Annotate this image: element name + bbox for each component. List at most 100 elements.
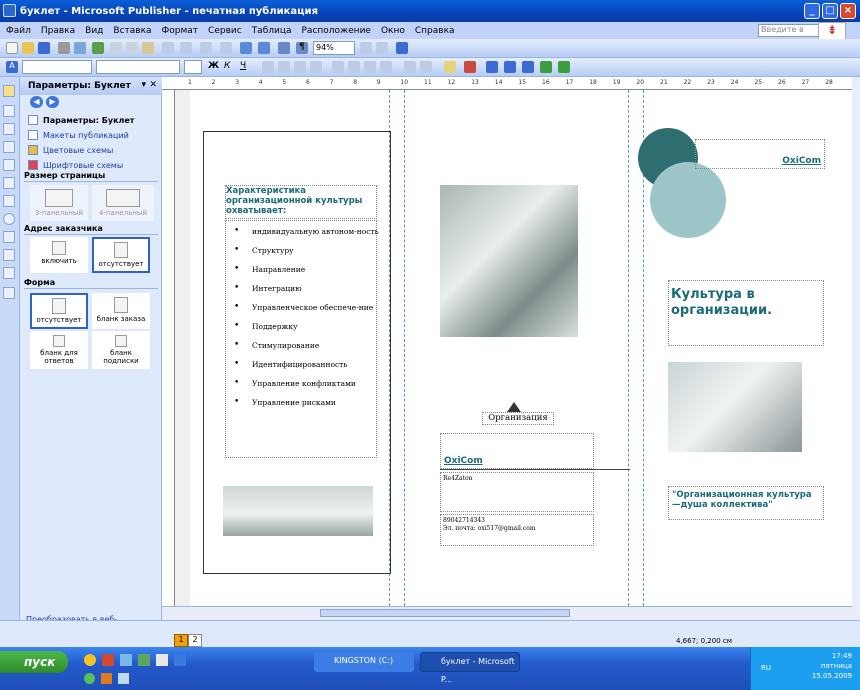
quick-launch-icon[interactable]	[156, 654, 168, 666]
form-subscription-option[interactable]: бланк подписки	[92, 331, 150, 369]
numbering-icon[interactable]	[332, 61, 344, 73]
spelling-icon[interactable]	[92, 42, 104, 54]
bullets-icon[interactable]	[348, 61, 360, 73]
form-order-option[interactable]: бланк заказа	[92, 293, 150, 329]
menu-file[interactable]: Файл	[6, 26, 31, 36]
justify-icon[interactable]	[310, 61, 322, 73]
menu-view[interactable]: Вид	[85, 26, 103, 36]
menu-tools[interactable]: Сервис	[208, 26, 242, 36]
pane-forward-button[interactable]: ▶	[46, 96, 59, 108]
style-select[interactable]	[22, 60, 92, 74]
wordart-tool-icon[interactable]	[3, 141, 15, 153]
pane-link-layouts[interactable]: Макеты публикаций	[28, 130, 129, 140]
cut-icon[interactable]	[110, 42, 122, 54]
form-response-option[interactable]: бланк для ответов	[30, 331, 88, 369]
top-company-box[interactable]: OxiCom	[695, 139, 825, 169]
meadow-photo[interactable]	[223, 486, 373, 536]
publisher-app-icon[interactable]	[3, 4, 16, 17]
picture-tool-icon[interactable]	[3, 159, 15, 171]
task-kingston[interactable]: KINGSTON (C:)	[314, 652, 414, 672]
underline-icon[interactable]: Ч	[240, 61, 252, 73]
pane-link-color-schemes[interactable]: Цветовые схемы	[28, 145, 113, 155]
font-select[interactable]	[96, 60, 180, 74]
pilcrow-icon[interactable]: ¶	[296, 42, 308, 54]
new-icon[interactable]	[6, 42, 18, 54]
menu-insert[interactable]: Вставка	[113, 26, 151, 36]
page-size-3-panel[interactable]: 3-панельный	[30, 185, 88, 221]
align-left-icon[interactable]	[262, 61, 274, 73]
design-gallery-icon[interactable]	[3, 287, 15, 299]
quick-launch-icon[interactable]	[84, 673, 95, 684]
rotate-handle-icon[interactable]	[507, 402, 521, 412]
italic-icon[interactable]: К	[224, 61, 236, 73]
quick-launch-icon[interactable]	[120, 654, 132, 666]
pane-link-options[interactable]: Параметры: Буклет	[28, 115, 134, 125]
businessman-photo[interactable]	[668, 362, 802, 452]
quick-launch-icon[interactable]	[118, 673, 129, 684]
publication-page[interactable]: Характеристика организационной культуры …	[190, 90, 852, 606]
quick-launch-icon[interactable]	[138, 654, 150, 666]
menu-table[interactable]: Таблица	[252, 26, 292, 36]
select-tool-icon[interactable]	[3, 85, 15, 97]
close-button[interactable]: ×	[840, 3, 856, 19]
document-workspace[interactable]: Характеристика организационной культуры …	[175, 90, 852, 606]
align-center-icon[interactable]	[278, 61, 290, 73]
line-style-icon[interactable]	[486, 61, 498, 73]
open-icon[interactable]	[22, 42, 34, 54]
shadow-icon[interactable]	[540, 61, 552, 73]
font-size-select[interactable]	[184, 60, 202, 74]
horizontal-ruler[interactable]: 1 2 3 4 5 6 7 8 9 10 11 12 13 14 15 16 17 18 19 20 21 22 23 24 2…	[162, 77, 852, 90]
autoshapes-tool-icon[interactable]	[3, 249, 15, 261]
language-indicator[interactable]: RU	[761, 663, 771, 673]
quick-launch-icon[interactable]	[174, 654, 186, 666]
font-color-icon[interactable]	[464, 61, 476, 73]
menu-format[interactable]: Формат	[162, 26, 199, 36]
arrow-tool-icon[interactable]	[3, 195, 15, 207]
hotspot-tool-icon[interactable]	[3, 267, 15, 279]
quick-launch-icon[interactable]	[101, 673, 112, 684]
menu-edit[interactable]: Правка	[41, 26, 75, 36]
quick-launch-icon[interactable]	[84, 654, 96, 666]
slogan-box[interactable]: "Организационная культура—душа коллектив…	[668, 486, 824, 520]
undo-icon[interactable]	[162, 42, 174, 54]
redo-icon[interactable]	[180, 42, 192, 54]
zoom-select[interactable]: 94%	[313, 41, 355, 55]
maximize-button[interactable]: □	[822, 3, 838, 19]
paste-icon[interactable]	[142, 42, 154, 54]
address-none-option[interactable]: отсутствует	[92, 237, 150, 273]
zoom-out-icon[interactable]	[360, 42, 372, 54]
bring-forward-icon[interactable]	[200, 42, 212, 54]
pane-dropdown-icon[interactable]: ▾	[141, 80, 146, 90]
menu-arrange[interactable]: Расположение	[302, 26, 371, 36]
fill-color-icon[interactable]	[444, 61, 456, 73]
font-grow-icon[interactable]	[404, 61, 416, 73]
increase-indent-icon[interactable]	[380, 61, 392, 73]
page-size-4-panel[interactable]: 4-панельный	[92, 185, 154, 221]
organization-label[interactable]: Организация	[482, 412, 554, 425]
line-tool-icon[interactable]	[3, 177, 15, 189]
characteristics-heading[interactable]: Характеристика организационной культуры …	[225, 185, 377, 219]
3d-icon[interactable]	[558, 61, 570, 73]
bold-icon[interactable]: Ж	[208, 61, 220, 73]
minimize-button[interactable]: _	[804, 3, 820, 19]
task-publisher[interactable]: буклет - Microsoft P...	[420, 652, 520, 684]
hyperlink-icon[interactable]	[240, 42, 252, 54]
help-icon[interactable]	[396, 42, 408, 54]
horizontal-scrollbar[interactable]	[162, 606, 852, 620]
print-icon[interactable]	[58, 42, 70, 54]
scroll-thumb[interactable]	[320, 609, 570, 617]
menu-window[interactable]: Окно	[381, 26, 405, 36]
start-button[interactable]: пуск	[0, 651, 68, 673]
table-tool-icon[interactable]	[3, 123, 15, 135]
save-icon[interactable]	[38, 42, 50, 54]
align-right-icon[interactable]	[294, 61, 306, 73]
pane-back-button[interactable]: ◀	[30, 96, 43, 108]
address-box[interactable]: Re4Zaton	[440, 472, 594, 512]
vertical-ruler[interactable]	[162, 90, 175, 606]
send-backward-icon[interactable]	[220, 42, 232, 54]
brochure-title[interactable]: Культура в организации.	[668, 280, 824, 346]
copy-icon[interactable]	[126, 42, 138, 54]
pane-close-icon[interactable]: ✕	[149, 80, 157, 90]
company-name-box[interactable]: OxiCom	[440, 433, 594, 469]
pane-link-font-schemes[interactable]: Шрифтовые схемы	[28, 160, 123, 170]
